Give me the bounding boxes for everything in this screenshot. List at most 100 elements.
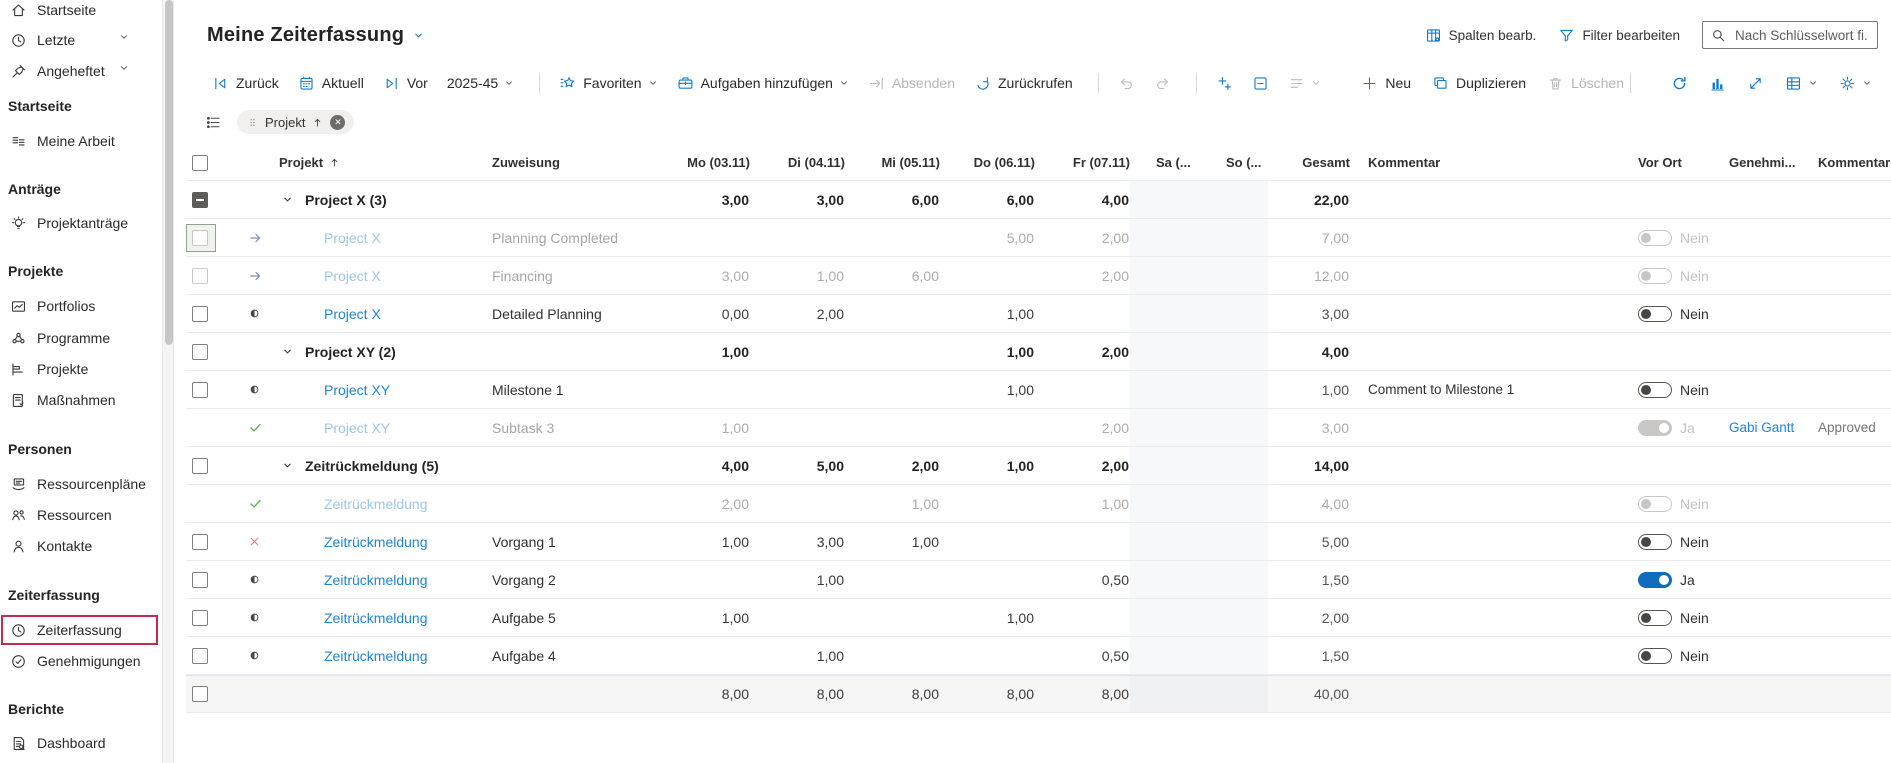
- time-cell-fr[interactable]: 2,00: [1102, 268, 1130, 284]
- sidebar-item-meine-arbeit[interactable]: Meine Arbeit: [1, 126, 158, 156]
- row-checkbox[interactable]: [192, 344, 208, 360]
- toolbar-forward-button[interactable]: Vor: [383, 75, 428, 92]
- time-cell-fr[interactable]: 2,00: [1102, 230, 1130, 246]
- edit-filters-button[interactable]: Filter bearbeiten: [1558, 27, 1680, 44]
- grouping-icon[interactable]: [205, 114, 222, 131]
- time-cell-mi[interactable]: 1,00: [912, 496, 940, 512]
- time-cell-gesamt[interactable]: 2,00: [1322, 610, 1350, 626]
- column-header-mi[interactable]: Mi (05.11): [845, 145, 940, 180]
- time-cell-mi[interactable]: 1,00: [912, 534, 940, 550]
- time-cell-mo[interactable]: 3,00: [722, 268, 750, 284]
- column-header-assignment[interactable]: Zuweisung: [486, 145, 680, 180]
- sidebar-item-programme[interactable]: Programme: [1, 323, 158, 353]
- column-header-so[interactable]: So (...: [1200, 145, 1268, 180]
- title-chevron-down-icon[interactable]: [413, 30, 424, 41]
- cell-fr[interactable]: [1035, 371, 1130, 408]
- search-box[interactable]: [1702, 21, 1878, 49]
- edit-columns-button[interactable]: Spalten bearb.: [1425, 27, 1537, 44]
- time-cell-fr[interactable]: 2,00: [1102, 420, 1130, 436]
- project-link[interactable]: Project X: [324, 306, 381, 322]
- cell-mi[interactable]: [845, 295, 940, 332]
- chevron-down-icon[interactable]: [119, 63, 136, 80]
- time-cell-gesamt[interactable]: 7,00: [1322, 230, 1350, 246]
- column-header-project[interactable]: Projekt: [276, 145, 486, 180]
- approver-link[interactable]: Gabi Gantt: [1729, 420, 1794, 435]
- sort-ascending-icon[interactable]: [312, 117, 323, 128]
- cell-mi[interactable]: [845, 219, 940, 256]
- column-header-do[interactable]: Do (06.11): [940, 145, 1035, 180]
- onsite-toggle[interactable]: [1638, 648, 1672, 664]
- select-all-checkbox[interactable]: [192, 155, 208, 171]
- time-cell-do[interactable]: 5,00: [1007, 230, 1035, 246]
- time-cell-gesamt[interactable]: 3,00: [1322, 420, 1350, 436]
- chevron-down-icon[interactable]: [119, 32, 136, 49]
- cell-di[interactable]: [750, 485, 845, 522]
- row-checkbox[interactable]: [192, 610, 208, 626]
- row-checkbox[interactable]: [192, 534, 208, 550]
- row-checkbox[interactable]: [192, 458, 208, 474]
- project-link[interactable]: Zeitrückmeldung: [324, 648, 428, 664]
- row-checkbox[interactable]: [192, 686, 208, 702]
- project-link[interactable]: Zeitrückmeldung: [324, 610, 428, 626]
- time-cell-di[interactable]: 1,00: [817, 572, 845, 588]
- row-checkbox[interactable]: [192, 648, 208, 664]
- toolbar-period-button[interactable]: 2025-45: [447, 75, 514, 91]
- project-link[interactable]: Zeitrückmeldung: [324, 572, 428, 588]
- time-cell-mo[interactable]: 0,00: [722, 306, 750, 322]
- onsite-toggle[interactable]: [1638, 572, 1672, 588]
- cell-mi[interactable]: [845, 637, 940, 674]
- cell-do[interactable]: [940, 561, 1035, 598]
- time-cell-mo[interactable]: 1,00: [722, 610, 750, 626]
- time-cell-gesamt[interactable]: 1,50: [1322, 572, 1350, 588]
- toolbar-export-excel-button[interactable]: [1785, 75, 1818, 92]
- time-cell-gesamt[interactable]: 5,00: [1322, 534, 1350, 550]
- time-cell-fr[interactable]: 0,50: [1102, 572, 1130, 588]
- column-header-di[interactable]: Di (04.11): [750, 145, 845, 180]
- chevron-down-icon[interactable]: [282, 194, 293, 205]
- toolbar-fullscreen-button[interactable]: [1747, 75, 1764, 92]
- time-cell-di[interactable]: 1,00: [817, 648, 845, 664]
- toolbar-duplicate-button[interactable]: Duplizieren: [1432, 75, 1526, 92]
- time-cell-gesamt[interactable]: 3,00: [1322, 306, 1350, 322]
- cell-do[interactable]: [940, 523, 1035, 560]
- sidebar-item-startseite[interactable]: Startseite: [1, 0, 158, 25]
- time-cell-mi[interactable]: 6,00: [912, 268, 940, 284]
- onsite-toggle[interactable]: [1638, 610, 1672, 626]
- toolbar-favorites-button[interactable]: Favoriten: [559, 75, 657, 92]
- time-cell-gesamt[interactable]: 4,00: [1322, 496, 1350, 512]
- sidebar-item-dashboard[interactable]: Dashboard: [1, 728, 158, 758]
- sidebar-item-letzte[interactable]: Letzte: [1, 25, 158, 55]
- cell-mi[interactable]: [845, 561, 940, 598]
- time-cell-di[interactable]: 2,00: [817, 306, 845, 322]
- row-checkbox[interactable]: [192, 572, 208, 588]
- cell-mo[interactable]: [680, 561, 750, 598]
- toolbar-refresh-button[interactable]: [1671, 75, 1688, 92]
- sidebar-item-projekte[interactable]: Projekte: [1, 354, 158, 384]
- toolbar-new-button[interactable]: Neu: [1361, 75, 1411, 92]
- cell-di[interactable]: [750, 219, 845, 256]
- project-link[interactable]: Project XY: [324, 382, 390, 398]
- row-checkbox[interactable]: [192, 192, 208, 208]
- project-link[interactable]: Zeitrückmeldung: [324, 496, 428, 512]
- toolbar-current-button[interactable]: Aktuell: [298, 75, 364, 92]
- cell-di[interactable]: [750, 409, 845, 446]
- time-cell-gesamt[interactable]: 1,50: [1322, 648, 1350, 664]
- time-cell-gesamt[interactable]: 1,00: [1322, 382, 1350, 398]
- onsite-toggle[interactable]: [1638, 306, 1672, 322]
- project-link[interactable]: Project XY: [324, 420, 390, 436]
- cell-di[interactable]: [750, 599, 845, 636]
- time-cell-do[interactable]: 1,00: [1007, 306, 1035, 322]
- column-header-onsite[interactable]: Vor Ort: [1600, 145, 1715, 180]
- cell-mi[interactable]: [845, 409, 940, 446]
- time-cell-di[interactable]: 3,00: [817, 534, 845, 550]
- column-header-approval_comment[interactable]: Kommentar de: [1815, 145, 1891, 180]
- cell-fr[interactable]: [1035, 295, 1130, 332]
- column-header-approver[interactable]: Genehmi...: [1715, 145, 1815, 180]
- cell-mi[interactable]: [845, 599, 940, 636]
- focused-cell[interactable]: [186, 224, 216, 252]
- chevron-down-icon[interactable]: [282, 460, 293, 471]
- time-cell-mo[interactable]: 1,00: [722, 420, 750, 436]
- time-cell-fr[interactable]: 1,00: [1102, 496, 1130, 512]
- cell-fr[interactable]: [1035, 523, 1130, 560]
- toolbar-add-tasks-button[interactable]: Aufgaben hinzufügen: [677, 75, 849, 92]
